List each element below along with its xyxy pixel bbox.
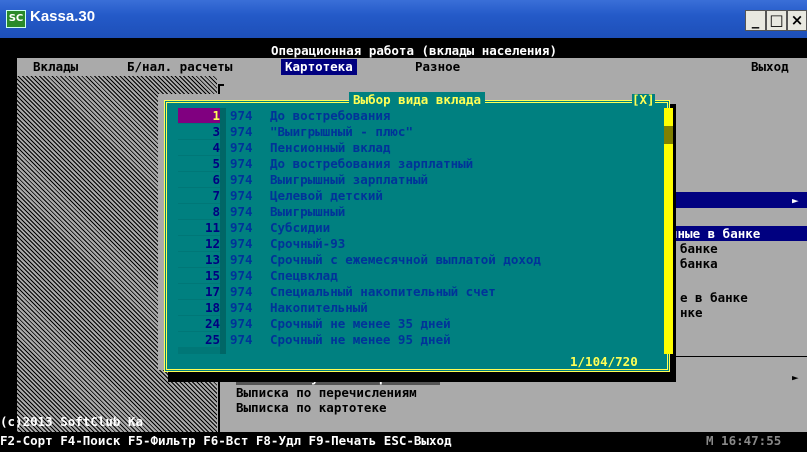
row-code: 974 [230,236,253,251]
dialog-title: Выбор вида вклада [164,92,670,107]
row-number: 17 [178,284,220,299]
deposit-type-row[interactable]: 13 974 Срочный с ежемесячной выплатой дохо… [178,252,664,267]
row-number: 5 [178,156,220,171]
scroll-thumb[interactable] [664,126,673,144]
row-number: 12 [178,236,220,251]
row-name: Срочный не менее 95 дней [270,332,451,347]
app-sc-icon[interactable]: SC [6,10,26,28]
row-number: 13 [178,252,220,267]
row-number: 11 [178,220,220,235]
menu-item-card-statement[interactable]: Выписка по картотеке [236,400,387,415]
row-number: 1 [178,108,220,123]
panel-corner [218,84,224,86]
window-title: Kassa.30 [30,8,96,25]
row-name: Накопительный [270,300,368,315]
row-number: 8 [178,204,220,219]
menu-vklady[interactable]: Вклады [33,59,78,75]
row-name: Срочный с ежемесячной выплатой доход [270,252,541,267]
row-code: 974 [230,124,253,139]
function-keys-bar: F2-Сорт F4-Поиск F5-Фильтр F6-Вст F8-Удл… [0,432,807,452]
row-name: Срочный не менее 35 дней [270,316,451,331]
row-code: 974 [230,268,253,283]
scrollbar[interactable] [664,108,673,354]
deposit-type-row[interactable]: 5 974 До востребования зарплатный [178,156,664,171]
deposit-type-row[interactable]: 8 974 Выигрышный [178,204,664,219]
deposit-type-row[interactable]: 1 974 До востребования [178,108,664,123]
bg-item-5[interactable]: нке [680,305,703,320]
window-titlebar[interactable]: SC Kassa.30 _ □ × [0,0,807,38]
deposit-type-row[interactable]: 12 974 Срочный-93 [178,236,664,251]
row-code: 974 [230,332,253,347]
row-code: 974 [230,156,253,171]
row-code: 974 [230,108,253,123]
row-number: 6 [178,172,220,187]
dialog-position-counter: 1/104/720 [570,354,638,369]
row-number: 4 [178,140,220,155]
deposit-type-row[interactable]: 18 974 Накопительный [178,300,664,315]
dialog-close-button[interactable]: [X] [632,93,655,106]
menu-item-transfer-statement[interactable]: Выписка по перечислениям [236,385,417,400]
deposit-type-row[interactable]: 25 974 Срочный не менее 95 дней [178,332,664,347]
submenu-arrow-icon-2: ► [792,371,799,384]
background-selected-row [666,192,807,208]
row-code: 974 [230,204,253,219]
copyright-text: (c)2013 SoftClub Ka [0,414,143,429]
row-name: До востребования зарплатный [270,156,474,171]
row-code: 974 [230,252,253,267]
row-code: 974 [230,300,253,315]
dialog-title-text: Выбор вида вклада [349,92,485,107]
maximize-button[interactable]: □ [766,10,787,31]
row-name: Субсидии [270,220,331,235]
menu-kartoteka[interactable]: Картотека [281,59,357,75]
row-name: Специальный накопительный счет [270,284,496,299]
bg-item-4[interactable]: е в банке [680,290,748,305]
deposit-type-row[interactable]: 4 974 Пенсионный вклад [178,140,664,155]
deposit-type-row[interactable]: 17 974 Специальный накопительный счет [178,284,664,299]
row-code: 974 [230,140,253,155]
menu-bnal[interactable]: Б/нал. расчеты [127,59,232,75]
row-name: Спецвклад [270,268,338,283]
row-number: 18 [178,300,220,315]
menu-exit[interactable]: Выход [751,59,789,75]
row-name: Пенсионный вклад [270,140,391,155]
row-name: Выигрышный зарплатный [270,172,429,187]
submenu-arrow-icon: ► [792,194,799,207]
clock: М 16:47:55 [706,433,782,448]
row-code: 974 [230,172,253,187]
bg-item-2[interactable]: банке [680,241,718,256]
menubar: Вклады Б/нал. расчеты Картотека Разное В… [17,58,807,76]
row-number: 25 [178,332,220,347]
row-code: 974 [230,220,253,235]
bg-item-1[interactable]: нные в банке [670,226,807,241]
row-code: 974 [230,284,253,299]
row-code: 974 [230,188,253,203]
row-number: 24 [178,316,220,331]
row-number: 7 [178,188,220,203]
row-number: 15 [178,268,220,283]
module-header: Операционная работа (вклады населения) [214,44,614,58]
close-button[interactable]: × [787,10,807,31]
row-number: 3 [178,124,220,139]
minimize-button[interactable]: _ [745,10,766,31]
deposit-type-row[interactable]: 3 974 "Выигрышный - плюс" [178,124,664,139]
row-name: "Выигрышный - плюс" [270,124,413,139]
deposit-type-row[interactable]: 6 974 Выигрышный зарплатный [178,172,664,187]
row-code: 974 [230,316,253,331]
bg-item-3[interactable]: банка [680,256,718,271]
row-name: До востребования [270,108,391,123]
deposit-type-row[interactable]: 24 974 Срочный не менее 35 дней [178,316,664,331]
row-name: Срочный-93 [270,236,346,251]
row-name: Целевой детский [270,188,383,203]
deposit-type-row[interactable]: 11 974 Субсидии [178,220,664,235]
deposit-type-row[interactable]: 15 974 Спецвклад [178,268,664,283]
menu-raznoe[interactable]: Разное [415,59,460,75]
row-name: Выигрышный [270,204,346,219]
deposit-type-row[interactable]: 7 974 Целевой детский [178,188,664,203]
